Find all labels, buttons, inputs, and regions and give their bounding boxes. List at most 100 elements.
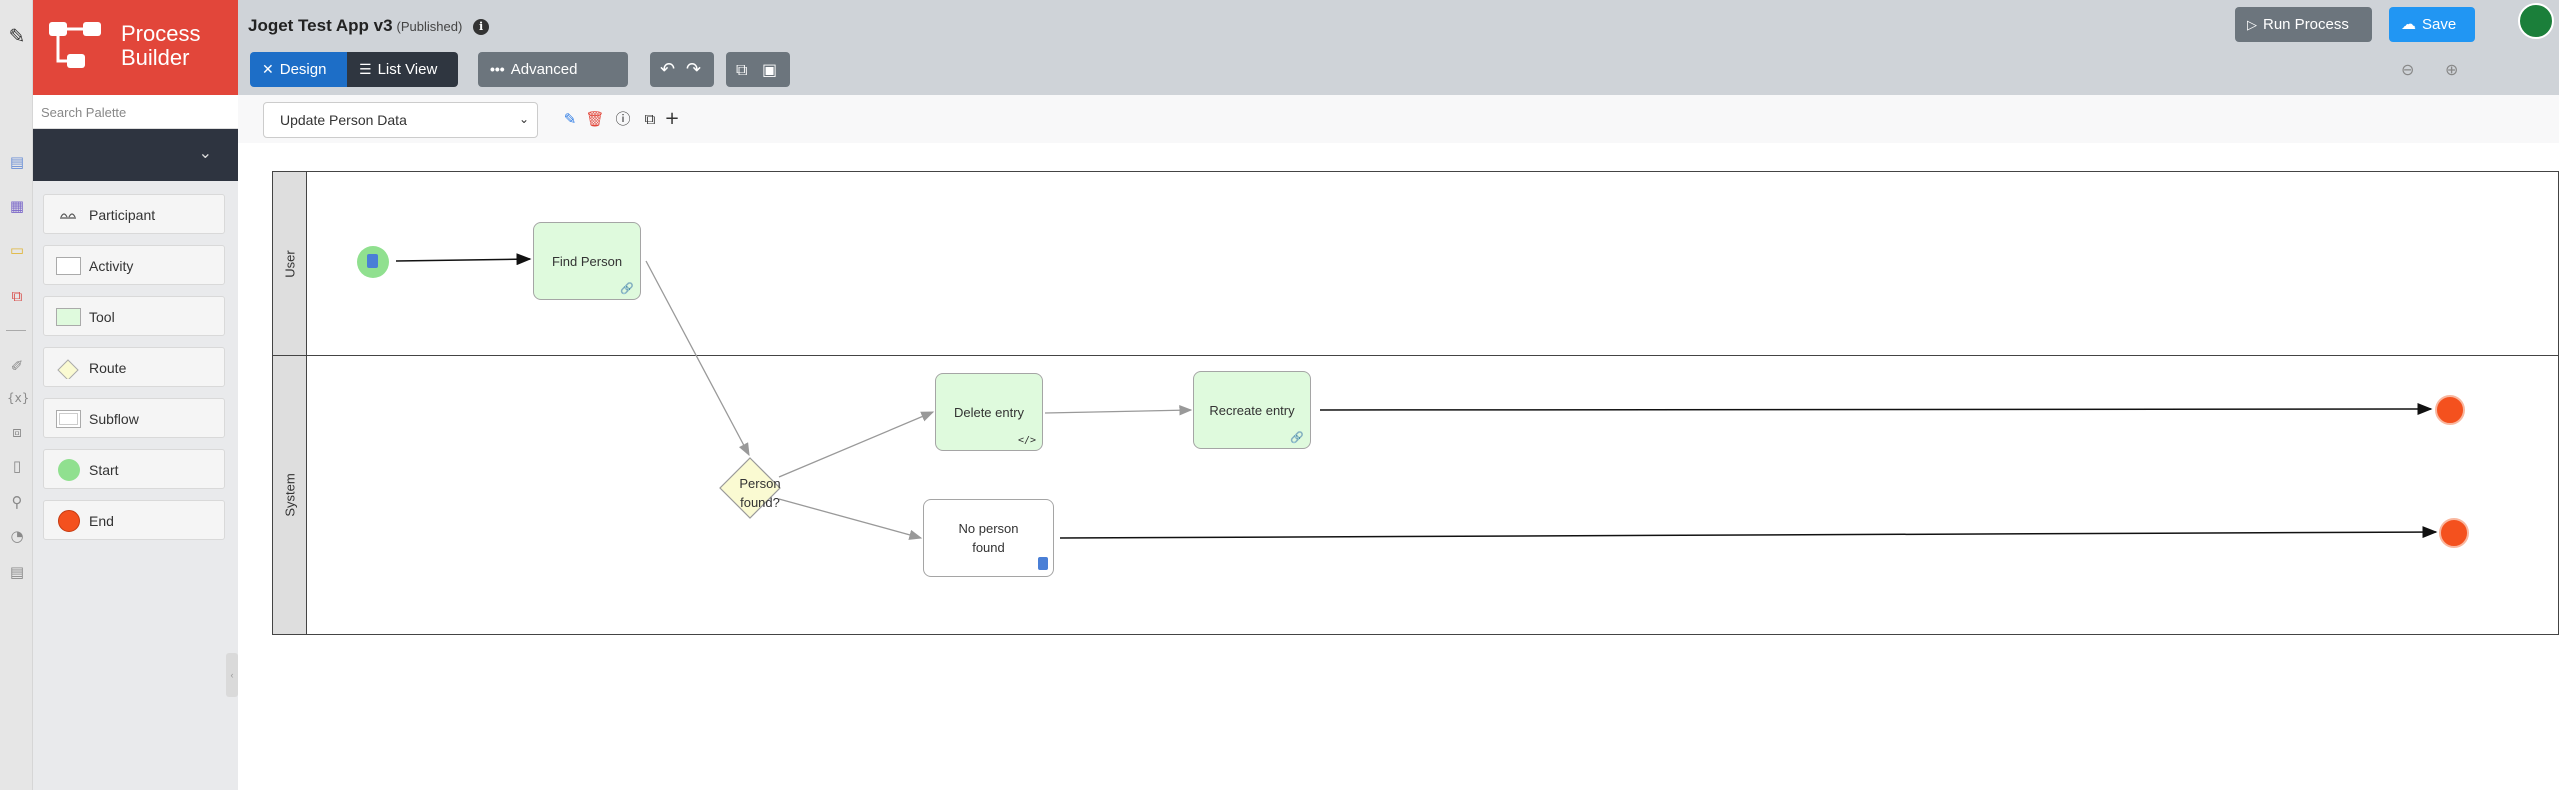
- ellipsis-icon: •••: [490, 61, 505, 77]
- palette-item-tool[interactable]: Tool: [43, 296, 225, 336]
- palette-item-activity[interactable]: Activity: [43, 245, 225, 285]
- edit-icon[interactable]: ✎: [7, 26, 27, 46]
- palette-item-participant[interactable]: Participant: [43, 194, 225, 234]
- left-icon-rail: ✎ ▤ ▦ ▭ ⧉ ✐ {x} ⧈ ▯ ⚲ ◔ ▤: [0, 0, 33, 790]
- palette-item-route[interactable]: Route: [43, 347, 225, 387]
- palette-item-subflow[interactable]: Subflow: [43, 398, 225, 438]
- start-node[interactable]: [357, 246, 389, 278]
- palette-item-label: Start: [89, 462, 119, 478]
- activity-icon: [56, 257, 81, 275]
- activity-label-line1: No person: [958, 521, 1019, 536]
- process-canvas: Update Person Data ⌄ ✎ 🗑 ⓘ ⧉ + User Syst…: [238, 95, 2559, 790]
- activity-label: Find Person: [551, 253, 623, 269]
- toolbar-header: Joget Test App v3 (Published) i ✕ Design ☰…: [238, 0, 2559, 113]
- plugin-icon[interactable]: ⚲: [7, 492, 27, 512]
- tool-delete-entry[interactable]: Delete entry </>: [935, 373, 1043, 451]
- participant-icon: [60, 213, 76, 219]
- datalist-builder-icon[interactable]: ▦: [7, 196, 27, 216]
- logo-title-line1: Process: [121, 21, 201, 46]
- route-label-line2: found?: [740, 495, 780, 510]
- cloud-upload-icon: ☁: [2401, 15, 2416, 33]
- route-icon: [57, 359, 79, 379]
- process-builder-icon[interactable]: ⧉: [7, 286, 27, 306]
- app-title-text: Joget Test App v3: [248, 16, 393, 35]
- copy-icon[interactable]: ⧉: [736, 52, 747, 87]
- design-tab-label: Design: [279, 61, 327, 78]
- list-view-tab-button[interactable]: ☰ List View: [347, 52, 458, 87]
- transition-no-person-to-end[interactable]: [1059, 526, 2438, 539]
- palette-item-label: End: [89, 513, 114, 529]
- collapse-palette-handle[interactable]: ‹: [226, 653, 238, 697]
- palette-item-label: Route: [89, 360, 127, 376]
- palette-item-label: Activity: [89, 258, 134, 274]
- design-tab-button[interactable]: ✕ Design: [250, 52, 347, 87]
- form-builder-icon[interactable]: ▤: [7, 152, 27, 172]
- run-process-label: Run Process: [2263, 16, 2349, 33]
- run-process-button[interactable]: ▷ Run Process: [2235, 7, 2372, 42]
- end-node[interactable]: [2439, 518, 2469, 548]
- end-node[interactable]: [2435, 395, 2465, 425]
- transition-delete-to-recreate[interactable]: [1044, 405, 1193, 416]
- zoom-out-icon[interactable]: ⊖: [2401, 60, 2414, 79]
- save-button[interactable]: ☁ Save: [2389, 7, 2475, 42]
- list-icon: ☰: [359, 62, 372, 78]
- palette-item-start[interactable]: Start: [43, 449, 225, 489]
- transition-layer: [395, 253, 2438, 540]
- process-builder-logo-icon: [49, 22, 101, 68]
- process-builder-logo: Process Builder: [33, 0, 238, 95]
- save-label: Save: [2422, 16, 2457, 33]
- logs-icon[interactable]: ▤: [7, 562, 27, 582]
- code-icon: </>: [1017, 435, 1036, 446]
- palette-category-dropdown[interactable]: ⌄: [33, 129, 238, 181]
- link-icon: 🔗: [1290, 431, 1304, 444]
- performance-icon[interactable]: ◔: [7, 526, 27, 546]
- transition-recreate-to-end[interactable]: [1319, 403, 2433, 416]
- route-label: Person found?: [719, 474, 801, 512]
- logo-title-line2: Builder: [121, 45, 190, 70]
- app-title: Joget Test App v3 (Published) i: [248, 16, 490, 36]
- document-icon[interactable]: ▯: [7, 456, 27, 476]
- undo-redo-group: ↶ ↷: [650, 52, 714, 87]
- transition-route-to-delete[interactable]: [778, 411, 935, 478]
- palette-item-end[interactable]: End: [43, 500, 225, 540]
- palette-item-label: Participant: [89, 207, 156, 223]
- link-icon: 🔗: [620, 282, 634, 295]
- userview-builder-icon[interactable]: ▭: [7, 240, 27, 260]
- app-status: (Published): [396, 19, 463, 34]
- transition-find-person-to-route[interactable]: [645, 260, 750, 457]
- variables-icon[interactable]: {x}: [7, 388, 29, 408]
- avatar[interactable]: [2518, 3, 2554, 39]
- start-icon: [58, 459, 80, 481]
- chevron-down-icon: ⌄: [198, 145, 212, 162]
- design-icon: ✕: [262, 62, 274, 78]
- undo-icon[interactable]: ↶: [660, 52, 675, 87]
- resources-icon[interactable]: ⧈: [7, 422, 27, 442]
- route-label-line1: Person: [739, 476, 781, 491]
- activity-label: Recreate entry: [1209, 402, 1295, 418]
- transition-start-to-find-person[interactable]: [395, 253, 532, 266]
- form-icon: [367, 254, 378, 268]
- activity-label: Delete entry: [953, 404, 1025, 420]
- subflow-icon: [56, 410, 81, 428]
- end-icon: [58, 510, 80, 532]
- properties-icon[interactable]: ✐: [7, 356, 27, 376]
- form-icon: [1038, 557, 1048, 570]
- tool-icon: [56, 308, 81, 326]
- palette-item-label: Subflow: [89, 411, 139, 427]
- list-view-label: List View: [377, 61, 438, 78]
- play-icon: ▷: [2247, 18, 2257, 33]
- info-icon[interactable]: i: [473, 19, 490, 35]
- zoom-in-icon[interactable]: ⊕: [2445, 60, 2458, 79]
- logo-title: Process Builder: [121, 22, 200, 70]
- palette-item-label: Tool: [89, 309, 115, 325]
- search-palette-input[interactable]: Search Palette: [33, 95, 238, 129]
- tool-recreate-entry[interactable]: Recreate entry 🔗: [1193, 371, 1311, 449]
- copy-paste-group: ⧉ ▣: [726, 52, 790, 87]
- paste-icon[interactable]: ▣: [762, 52, 777, 87]
- activity-no-person-found[interactable]: No person found: [923, 499, 1054, 577]
- activity-find-person[interactable]: Find Person 🔗: [533, 222, 641, 300]
- advanced-tools-button[interactable]: •••Advanced Tools: [478, 52, 628, 113]
- rail-divider: [6, 330, 26, 331]
- activity-label-line2: found: [972, 540, 1005, 555]
- redo-icon[interactable]: ↷: [686, 52, 701, 87]
